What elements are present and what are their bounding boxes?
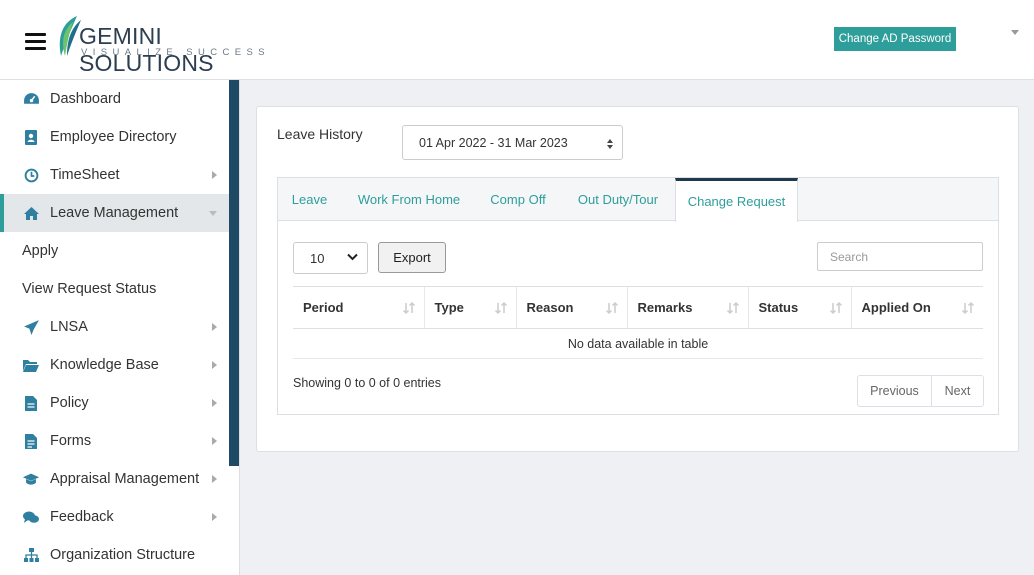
search-input[interactable] [817,242,983,271]
sort-icon [961,301,975,315]
table-header-row: Period Type Reason Remarks Status Applie… [293,286,983,329]
sort-icon [829,301,842,315]
sidebar-subitem-view-request-status[interactable]: View Request Status [0,270,229,308]
hamburger-menu-icon[interactable] [25,33,46,50]
dashboard-icon [22,90,40,108]
company-logo[interactable]: GEMINI SOLUTIONS VISUALIZE SUCCESS [55,14,285,76]
sidebar-item-timesheet[interactable]: TimeSheet [0,156,229,194]
sitemap-icon [22,546,40,564]
chevron-right-icon [212,475,217,483]
pagination: Previous Next [857,375,984,407]
chevron-right-icon [212,437,217,445]
next-page-button[interactable]: Next [932,376,983,406]
sidebar-subitem-apply[interactable]: Apply [0,232,229,270]
page-length-value: 10 [310,250,325,266]
user-menu-caret-icon[interactable] [1011,30,1019,35]
sort-icon [494,301,507,315]
column-header-remarks[interactable]: Remarks [626,286,748,329]
sort-icon [605,301,618,315]
table-info-text: Showing 0 to 0 of 0 entries [293,376,442,390]
graduation-cap-icon [22,470,40,488]
tab-leave[interactable]: Leave [278,178,341,221]
top-header: GEMINI SOLUTIONS VISUALIZE SUCCESS Chang… [0,0,1034,80]
change-ad-password-button[interactable]: Change AD Password [834,27,956,51]
sidebar-item-label: Organization Structure [50,547,196,563]
column-header-period[interactable]: Period [293,286,424,329]
chevron-right-icon [212,361,217,369]
sidebar-item-label: Dashboard [50,91,121,107]
leave-history-label: Leave History [277,126,363,142]
file-icon [22,394,40,412]
sidebar-item-label: Forms [50,433,92,449]
file-text-icon [22,432,40,450]
tab-bar: Leave Work From Home Comp Off Out Duty/T… [278,178,998,222]
empty-table-message: No data available in table [293,328,983,359]
chevron-right-icon [212,399,217,407]
sort-icon [726,301,739,315]
chevron-right-icon [212,323,217,331]
sidebar-item-organization-structure[interactable]: Organization Structure [0,536,229,574]
sidebar-item-forms[interactable]: Forms [0,422,229,460]
logo-tagline: VISUALIZE SUCCESS [81,47,270,58]
chevron-right-icon [212,513,217,521]
comments-icon [22,508,40,526]
plane-icon [22,318,40,336]
sidebar-item-label: TimeSheet [50,167,120,183]
sidebar-item-label: Policy [50,395,89,411]
sidebar-item-policy[interactable]: Policy [0,384,229,422]
sidebar-scrollbar[interactable] [229,80,239,466]
chevron-down-icon [347,253,358,261]
financial-year-value: 01 Apr 2022 - 31 Mar 2023 [419,135,568,150]
financial-year-select[interactable]: 01 Apr 2022 - 31 Mar 2023 [402,125,623,160]
sort-icon [402,301,415,315]
sidebar-item-lnsa[interactable]: LNSA [0,308,229,346]
table-row: No data available in table [293,328,983,359]
page-length-select[interactable]: 10 [293,242,368,274]
chevron-down-icon [209,211,217,216]
column-header-status[interactable]: Status [747,286,851,329]
sidebar-item-label: Knowledge Base [50,357,159,373]
column-header-applied-on[interactable]: Applied On [850,286,983,329]
address-book-icon [22,128,40,146]
sidebar-item-label: Employee Directory [50,129,177,145]
change-request-table: Period Type Reason Remarks Status Applie… [293,286,983,359]
previous-page-button[interactable]: Previous [858,376,932,406]
tab-comp-off[interactable]: Comp Off [478,178,558,221]
request-tabs-panel: Leave Work From Home Comp Off Out Duty/T… [277,177,999,415]
sidebar-item-employee-directory[interactable]: Employee Directory [0,118,229,156]
export-button[interactable]: Export [378,242,446,273]
home-icon [22,204,40,222]
sidebar: Dashboard Employee Directory TimeSheet L… [0,80,240,575]
tab-out-duty-tour[interactable]: Out Duty/Tour [562,178,674,221]
sidebar-item-label: LNSA [50,319,88,335]
sort-updown-icon [607,139,613,149]
sidebar-item-feedback[interactable]: Feedback [0,498,229,536]
column-header-reason[interactable]: Reason [515,286,627,329]
clock-icon [22,166,40,184]
chevron-right-icon [212,171,217,179]
tab-change-request[interactable]: Change Request [675,178,798,222]
sidebar-item-label: Leave Management [50,205,179,221]
sidebar-item-label: Appraisal Management [50,471,200,487]
folder-open-icon [22,356,40,374]
column-header-type[interactable]: Type [423,286,516,329]
sidebar-item-dashboard[interactable]: Dashboard [0,80,229,118]
sidebar-item-leave-management[interactable]: Leave Management [0,194,229,232]
leave-history-card: Leave History 01 Apr 2022 - 31 Mar 2023 … [256,106,1019,452]
sidebar-item-appraisal-management[interactable]: Appraisal Management [0,460,229,498]
sidebar-item-label: Feedback [50,509,114,525]
sidebar-item-knowledge-base[interactable]: Knowledge Base [0,346,229,384]
tab-work-from-home[interactable]: Work From Home [344,178,474,221]
